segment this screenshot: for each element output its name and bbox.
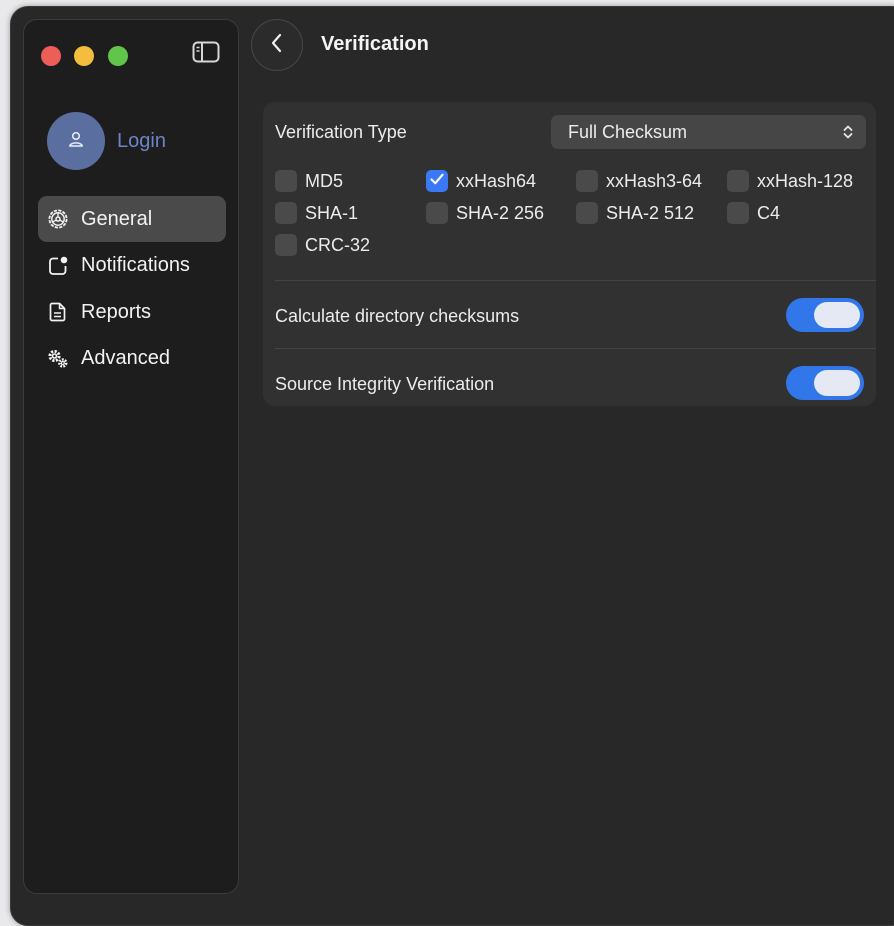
checkbox-label: CRC-32 — [305, 234, 371, 255]
checkbox-box — [275, 202, 297, 224]
person-icon — [67, 130, 85, 153]
checkbox-box — [275, 170, 297, 192]
checkbox-c4[interactable]: C4 — [727, 202, 780, 224]
checkbox-xxhash3-64[interactable]: xxHash3-64 — [576, 170, 702, 192]
checkbox-sha-1[interactable]: SHA-1 — [275, 202, 358, 224]
checkbox-sha-2-256[interactable]: SHA-2 256 — [426, 202, 544, 224]
checkbox-label: SHA-1 — [305, 202, 359, 223]
checkbox-label: xxHash64 — [456, 170, 537, 191]
directory-checksums-row: Calculate directory checksums — [275, 298, 864, 334]
sidebar-item-label: General — [81, 207, 153, 230]
directory-checksums-label: Calculate directory checksums — [275, 305, 520, 326]
divider — [275, 348, 876, 349]
back-button[interactable] — [251, 19, 303, 71]
page-title: Verification — [321, 33, 429, 55]
verification-type-select[interactable]: Full Checksum — [551, 115, 866, 149]
login-label: Login — [117, 129, 166, 152]
source-integrity-label: Source Integrity Verification — [275, 373, 495, 394]
checkmark-icon — [429, 171, 445, 192]
directory-checksums-toggle[interactable] — [786, 298, 864, 332]
verification-panel: Verification Type Full Checksum MD5 xxHa… — [263, 102, 876, 406]
app-window: Login General Notifications Reports Adva… — [10, 6, 894, 926]
sidebar-item-label: Notifications — [81, 254, 190, 276]
chevron-up-down-icon — [842, 123, 854, 146]
zoom-window-button[interactable] — [108, 46, 128, 66]
gear-icon — [47, 208, 69, 230]
checkbox-label: MD5 — [305, 170, 344, 191]
verification-type-label: Verification Type — [275, 122, 407, 142]
notification-badge-icon — [47, 255, 69, 277]
gears-icon — [47, 348, 69, 370]
sidebar-item-notifications[interactable]: Notifications — [38, 243, 226, 289]
sidebar-toggle-icon — [192, 41, 220, 68]
checkbox-box — [727, 202, 749, 224]
checkbox-box — [426, 202, 448, 224]
sidebar-toggle-button[interactable] — [192, 41, 220, 68]
checkbox-box — [576, 202, 598, 224]
checkbox-box — [426, 170, 448, 192]
source-integrity-toggle[interactable] — [786, 366, 864, 400]
sidebar-item-advanced[interactable]: Advanced — [38, 336, 226, 382]
checkbox-sha-2-512[interactable]: SHA-2 512 — [576, 202, 694, 224]
source-integrity-row: Source Integrity Verification — [275, 366, 864, 402]
checkbox-box — [576, 170, 598, 192]
checkbox-box — [727, 170, 749, 192]
sidebar-item-reports[interactable]: Reports — [38, 289, 226, 335]
minimize-window-button[interactable] — [74, 46, 94, 66]
sidebar-item-label: Advanced — [81, 347, 170, 369]
login-profile[interactable]: Login — [47, 112, 166, 170]
toggle-knob — [814, 302, 860, 328]
avatar — [47, 112, 105, 170]
chevron-left-icon — [270, 32, 284, 59]
sidebar-item-general[interactable]: General — [38, 196, 226, 242]
checkbox-crc-32[interactable]: CRC-32 — [275, 234, 370, 256]
verification-type-value: Full Checksum — [568, 121, 688, 142]
checkbox-label: xxHash3-64 — [606, 170, 703, 191]
sidebar: Login General Notifications Reports Adva… — [23, 19, 239, 894]
checkbox-label: SHA-2 256 — [456, 202, 545, 223]
toggle-knob — [814, 370, 860, 396]
checkbox-xxhash64[interactable]: xxHash64 — [426, 170, 536, 192]
checkbox-xxhash-128[interactable]: xxHash-128 — [727, 170, 853, 192]
document-icon — [47, 301, 69, 323]
checkbox-box — [275, 234, 297, 256]
sidebar-nav: General Notifications Reports Advanced — [38, 196, 226, 382]
checkbox-label: C4 — [757, 202, 781, 223]
checkbox-label: xxHash-128 — [757, 170, 854, 191]
checkbox-label: SHA-2 512 — [606, 202, 695, 223]
close-window-button[interactable] — [41, 46, 61, 66]
checkbox-md5[interactable]: MD5 — [275, 170, 343, 192]
divider — [275, 280, 876, 281]
sidebar-item-label: Reports — [81, 300, 152, 323]
